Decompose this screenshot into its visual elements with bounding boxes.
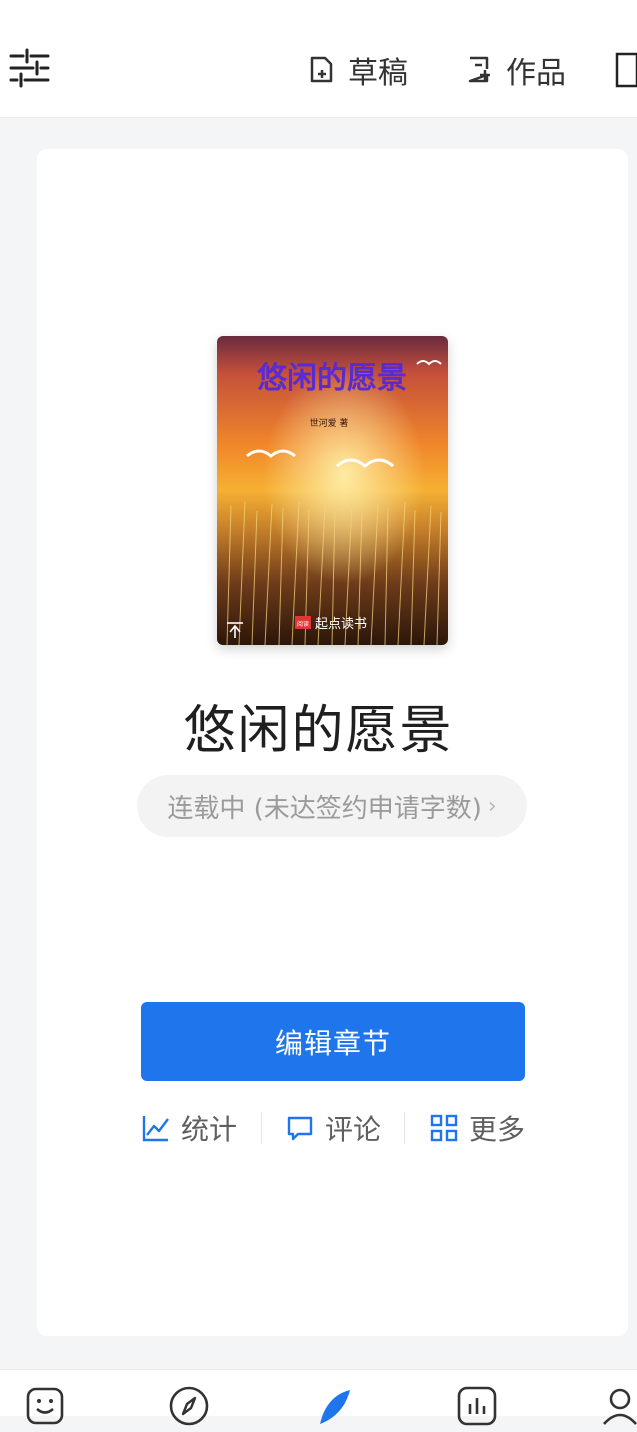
draft-add-icon [310, 56, 333, 83]
cover-publisher: 起点读书 [315, 617, 367, 632]
comments-label: 评论 [324, 1113, 381, 1146]
profile-icon[interactable] [598, 1384, 637, 1428]
more-button[interactable]: 更多 [429, 1108, 525, 1148]
comment-icon [287, 1116, 313, 1141]
action-row: 统计 评论 更多 [141, 1105, 525, 1151]
grid-icon [430, 1114, 458, 1142]
third-tab-button[interactable] [614, 48, 637, 92]
bottom-nav [0, 1369, 637, 1426]
cover-title: 悠闲的愿景 [256, 361, 407, 396]
divider [404, 1112, 406, 1144]
stats-label: 统计 [181, 1113, 238, 1146]
status-pill[interactable]: 连载中 (未达签约申请字数) › [137, 775, 527, 837]
comments-button[interactable]: 评论 [285, 1108, 381, 1148]
chart-icon[interactable] [455, 1384, 499, 1428]
top-bar: 草稿 作品 [0, 0, 637, 118]
more-label: 更多 [468, 1113, 525, 1146]
chevron-right-icon: › [487, 793, 497, 819]
drafts-button[interactable]: 草稿 [308, 48, 408, 92]
edit-chapters-button[interactable]: 编辑章节 [141, 1002, 525, 1081]
compass-icon[interactable] [167, 1384, 211, 1428]
book-title: 悠闲的愿景 [183, 701, 454, 761]
book-cover[interactable]: 悠闲的愿景 世河爱 著 阅读 起点读书 [217, 336, 448, 645]
works-label: 作品 [506, 56, 566, 91]
cover-badge: 阅读 [297, 620, 309, 628]
line-chart-icon [142, 1116, 169, 1142]
face-icon[interactable] [23, 1384, 67, 1428]
sliders-icon[interactable] [8, 46, 52, 90]
status-text: 连载中 (未达签约申请字数) [167, 793, 482, 824]
cover-author: 世河爱 著 [310, 417, 349, 429]
edit-chapters-label: 编辑章节 [274, 1026, 391, 1060]
divider [260, 1112, 262, 1144]
works-add-icon [468, 56, 490, 83]
drafts-label: 草稿 [348, 56, 408, 91]
stats-button[interactable]: 统计 [141, 1108, 237, 1148]
quill-icon[interactable] [312, 1384, 356, 1428]
document-icon [615, 52, 637, 88]
works-button[interactable]: 作品 [466, 48, 566, 92]
